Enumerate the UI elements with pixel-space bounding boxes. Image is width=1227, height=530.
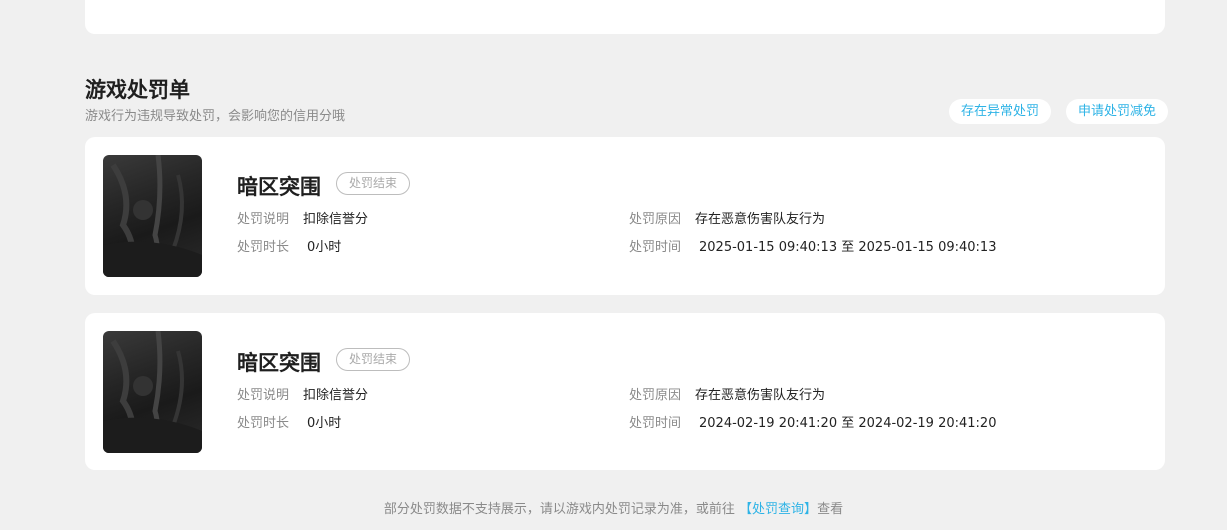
time-separator: 至	[841, 240, 855, 255]
penalty-time-row: 处罚时间 2024-02-19 20:41:20 至 2024-02-19 20:…	[629, 412, 996, 431]
penalty-card: 暗区突围 处罚结束 处罚说明 扣除信誉分 处罚时长 0小时 处罚原因 存在恶意伤害队友…	[85, 313, 1165, 470]
penalty-description-value: 扣除信誉分	[303, 388, 369, 403]
penalty-time-value: 2025-01-15 09:40:13 至 2025-01-15 09:40:1…	[699, 236, 996, 255]
footer-note: 部分处罚数据不支持展示，请以游戏内处罚记录为准，或前往 【处罚查询】查看	[0, 498, 1227, 517]
previous-section-card	[85, 0, 1165, 34]
penalty-time-value: 2024-02-19 20:41:20 至 2024-02-19 20:41:2…	[699, 412, 996, 431]
penalty-duration-label: 处罚时长	[237, 240, 290, 255]
footer-suffix: 查看	[817, 502, 844, 517]
game-name: 暗区突围	[237, 175, 321, 199]
time-separator: 至	[841, 416, 855, 431]
penalty-description-row: 处罚说明 扣除信誉分	[237, 208, 368, 227]
penalty-query-link[interactable]: 【处罚查询】	[739, 502, 817, 517]
report-abnormal-button[interactable]: 存在异常处罚	[949, 99, 1052, 124]
penalty-reason-label: 处罚原因	[629, 212, 682, 227]
penalty-end-time: 2024-02-19 20:41:20	[858, 416, 997, 431]
game-thumbnail	[103, 155, 202, 277]
penalty-duration-value: 0小时	[307, 240, 342, 255]
penalty-time-label: 处罚时间	[629, 416, 682, 431]
penalty-description-value: 扣除信誉分	[303, 212, 369, 227]
status-badge: 处罚结束	[336, 172, 411, 195]
penalty-duration-row: 处罚时长 0小时	[237, 412, 341, 431]
section-subtitle: 游戏行为违规导致处罚，会影响您的信用分哦	[85, 109, 346, 124]
penalty-reason-value: 存在恶意伤害队友行为	[695, 388, 826, 403]
section-title: 游戏处罚单	[85, 78, 190, 102]
penalty-description-label: 处罚说明	[237, 212, 290, 227]
penalty-card: 暗区突围 处罚结束 处罚说明 扣除信誉分 处罚时长 0小时 处罚原因 存在恶意伤害队友…	[85, 137, 1165, 295]
game-thumbnail	[103, 331, 202, 453]
footer-text: 部分处罚数据不支持展示，请以游戏内处罚记录为准，或前往	[383, 502, 740, 517]
penalty-duration-row: 处罚时长 0小时	[237, 236, 341, 255]
penalty-start-time: 2025-01-15 09:40:13	[699, 240, 838, 255]
penalty-time-label: 处罚时间	[629, 240, 682, 255]
penalty-time-row: 处罚时间 2025-01-15 09:40:13 至 2025-01-15 09:…	[629, 236, 996, 255]
penalty-start-time: 2024-02-19 20:41:20	[699, 416, 838, 431]
game-name: 暗区突围	[237, 351, 321, 375]
penalty-duration-label: 处罚时长	[237, 416, 290, 431]
penalty-reason-row: 处罚原因 存在恶意伤害队友行为	[629, 208, 825, 227]
penalty-description-label: 处罚说明	[237, 388, 290, 403]
status-badge: 处罚结束	[336, 348, 411, 371]
penalty-reason-value: 存在恶意伤害队友行为	[695, 212, 826, 227]
penalty-reason-row: 处罚原因 存在恶意伤害队友行为	[629, 384, 825, 403]
penalty-description-row: 处罚说明 扣除信誉分	[237, 384, 368, 403]
penalty-end-time: 2025-01-15 09:40:13	[858, 240, 997, 255]
penalty-reason-label: 处罚原因	[629, 388, 682, 403]
apply-reduction-button[interactable]: 申请处罚减免	[1066, 99, 1169, 124]
penalty-duration-value: 0小时	[307, 416, 342, 431]
